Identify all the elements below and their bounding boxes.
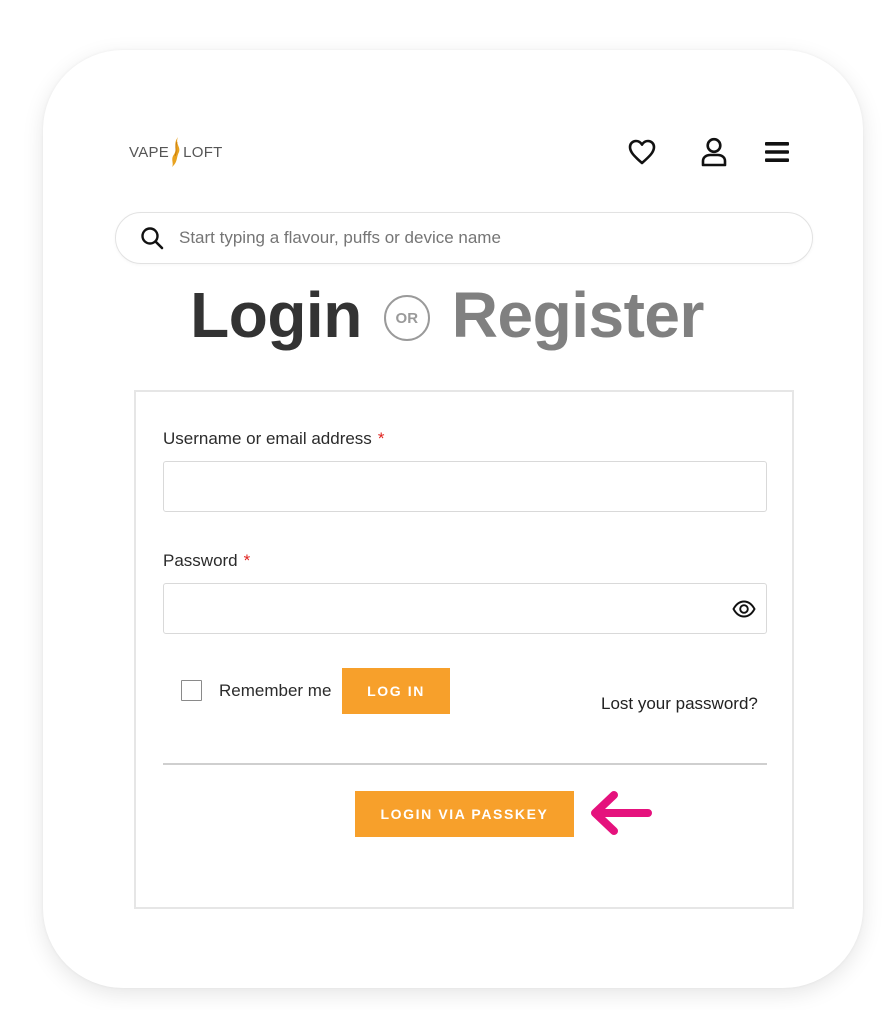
username-field[interactable] [163,461,767,512]
menu-icon [765,142,789,162]
required-mark: * [377,429,385,448]
login-tab[interactable]: Login [190,278,362,352]
login-form: Username or email address * Password * Rem… [134,390,794,909]
site-logo[interactable]: VAPE LOFT [129,136,223,168]
login-register-heading: Login OR Register [0,278,894,352]
menu-button[interactable] [761,136,793,168]
heart-icon [628,139,656,165]
account-button[interactable] [698,136,730,168]
search-bar [115,212,813,264]
search-input[interactable] [179,213,779,263]
logo-text-right: LOFT [183,143,223,161]
arrow-left-icon [591,791,652,835]
search-icon[interactable] [140,226,164,250]
remember-me-label: Remember me [219,680,332,700]
login-button[interactable]: LOG IN [342,668,450,714]
eye-icon[interactable] [732,597,756,621]
username-label: Username or email address * [163,429,384,449]
register-tab[interactable]: Register [452,278,705,352]
required-mark: * [243,551,251,570]
remember-me: Remember me [181,680,331,701]
password-field[interactable] [163,583,767,634]
flame-logo-icon [172,137,180,167]
logo-text-left: VAPE [129,143,170,161]
password-label: Password * [163,551,250,571]
wishlist-button[interactable] [626,136,658,168]
user-icon [701,137,727,167]
remember-me-checkbox[interactable] [181,680,202,701]
lost-password-link[interactable]: Lost your password? [601,694,758,714]
password-label-text: Password [163,551,238,570]
or-separator: OR [383,295,430,341]
username-label-text: Username or email address [163,429,372,448]
divider [163,763,767,765]
login-via-passkey-button[interactable]: LOGIN VIA PASSKEY [355,791,574,837]
